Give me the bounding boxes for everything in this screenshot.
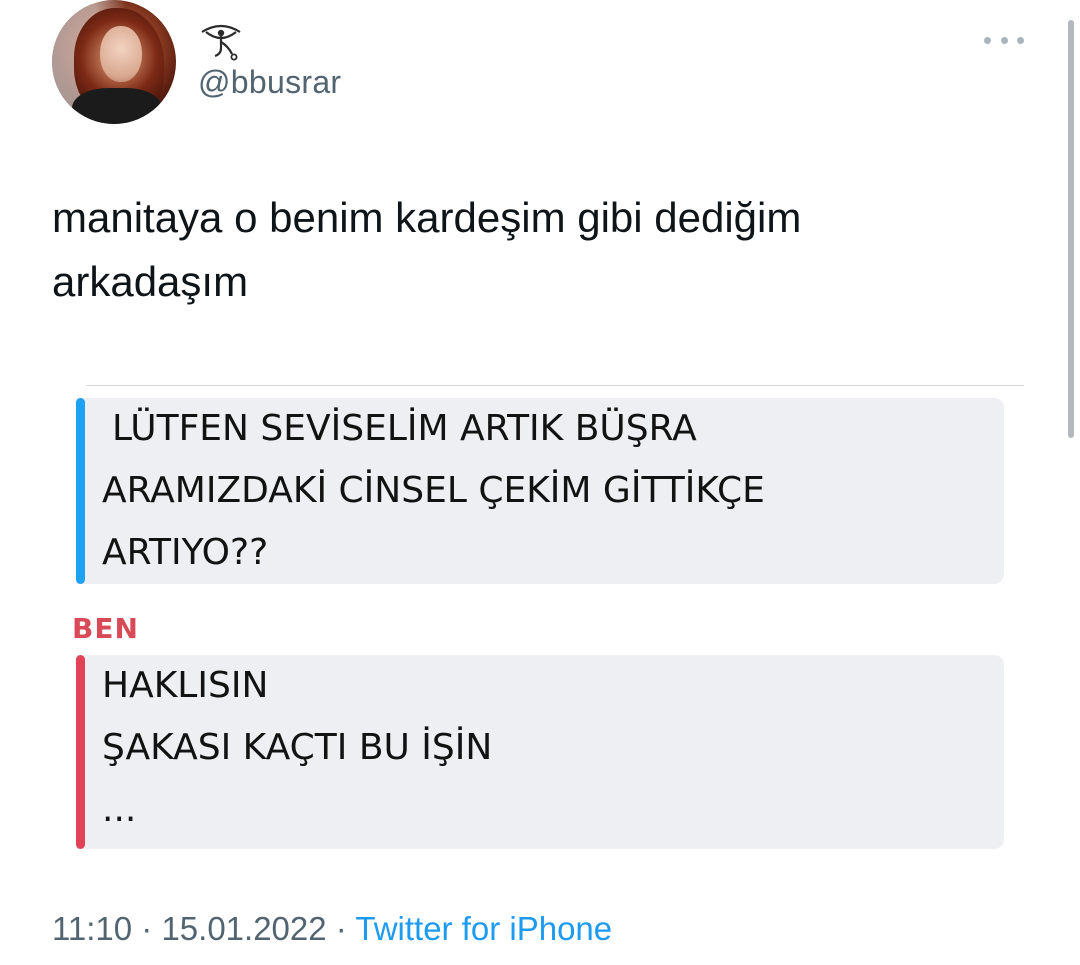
more-options-icon[interactable]: [984, 30, 1024, 50]
sender-label: BEN: [72, 612, 139, 645]
user-handle[interactable]: @bbusrar: [198, 64, 341, 101]
outgoing-accent-bar: [76, 655, 85, 849]
tweet-timestamp[interactable]: 11:10 · 15.01.2022 ·: [52, 910, 355, 947]
scrollbar[interactable]: [1068, 20, 1074, 438]
tweet-source-link[interactable]: Twitter for iPhone: [355, 910, 612, 947]
incoming-accent-bar: [76, 398, 85, 584]
eye-symbol-icon[interactable]: [198, 22, 244, 62]
message-line: LÜTFEN SEVİSELİM ARTIK BÜŞRA: [112, 408, 697, 449]
divider: [86, 385, 1024, 386]
message-line: ...: [102, 789, 137, 830]
message-line: ARTIYO??: [102, 532, 269, 573]
incoming-message-bubble: LÜTFEN SEVİSELİM ARTIK BÜŞRA ARAMIZDAKİ …: [76, 398, 1004, 584]
message-line: ARAMIZDAKİ CİNSEL ÇEKİM GİTTİKÇE: [102, 470, 765, 511]
message-line: HAKLISIN: [102, 665, 269, 706]
tweet-text-line: manitaya o benim kardeşim gibi dediğim: [52, 194, 802, 241]
tweet-text-line: arkadaşım: [52, 258, 249, 305]
message-line: ŞAKASI KAÇTI BU İŞİN: [102, 727, 493, 768]
tweet-text: manitaya o benim kardeşim gibi dediğim a…: [52, 186, 1012, 314]
outgoing-message-bubble: HAKLISIN ŞAKASI KAÇTI BU İŞİN ...: [76, 655, 1004, 849]
tweet-meta: 11:10 · 15.01.2022 · Twitter for iPhone: [52, 910, 612, 948]
avatar[interactable]: [52, 0, 176, 124]
